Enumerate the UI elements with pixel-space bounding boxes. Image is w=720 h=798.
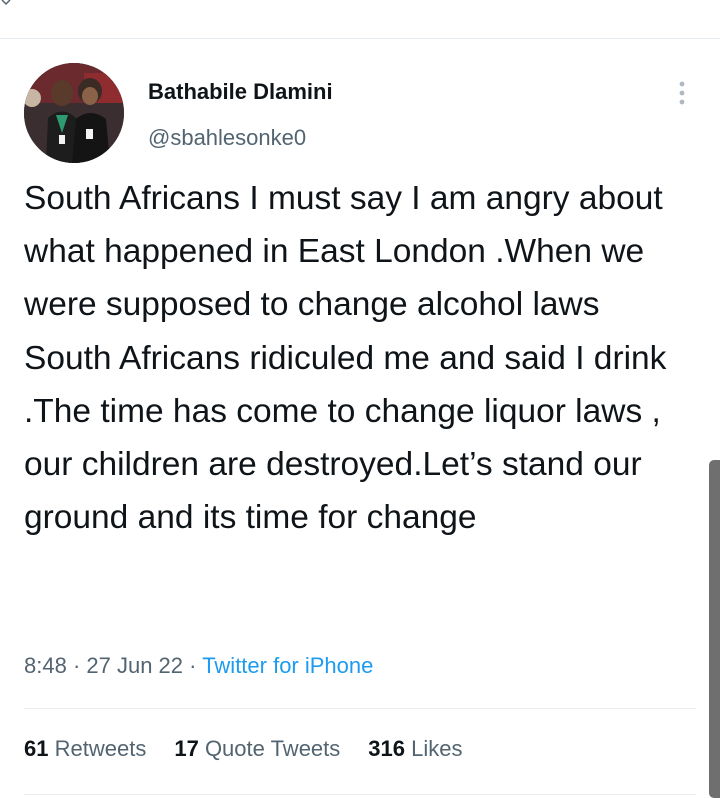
more-options-button[interactable]: [668, 79, 696, 107]
engagement-stats: 61 Retweets 17 Quote Tweets 316 Likes: [24, 736, 462, 762]
author-name[interactable]: Bathabile Dlamini: [148, 79, 333, 105]
retweets-count: 61: [24, 736, 49, 761]
author-handle[interactable]: @sbahlesonke0: [148, 125, 306, 151]
tweet-metadata: 8:48 · 27 Jun 22 · Twitter for iPhone: [24, 653, 373, 679]
previous-content-strip: [0, 0, 720, 38]
quote-tweets-label: Quote Tweets: [204, 736, 341, 761]
tweet-date[interactable]: 27 Jun 22: [86, 653, 183, 678]
tweet: Bathabile Dlamini @sbahlesonke0 South Af…: [0, 39, 720, 798]
quote-tweets-count: 17: [174, 736, 199, 761]
tweet-text: South Africans I must say I am angry abo…: [24, 180, 667, 537]
likes-count: 316: [368, 736, 405, 761]
meta-separator: ·: [66, 653, 87, 678]
more-vertical-icon: [679, 81, 685, 105]
tweet-source-link[interactable]: Twitter for iPhone: [202, 653, 373, 678]
quote-tweets-stat[interactable]: 17 Quote Tweets: [174, 736, 340, 762]
avatar-photo: [24, 63, 124, 163]
stats-divider: [24, 794, 696, 795]
meta-separator: ·: [183, 653, 203, 678]
avatar[interactable]: [24, 63, 124, 163]
retweets-stat[interactable]: 61 Retweets: [24, 736, 146, 762]
likes-label: Likes: [411, 736, 463, 761]
tweet-time[interactable]: 8:48: [24, 653, 67, 678]
metadata-divider: [24, 708, 696, 709]
likes-stat[interactable]: 316 Likes: [368, 736, 462, 762]
scrollbar[interactable]: [709, 460, 720, 798]
partial-icon: [1, 0, 11, 6]
retweets-label: Retweets: [54, 736, 147, 761]
